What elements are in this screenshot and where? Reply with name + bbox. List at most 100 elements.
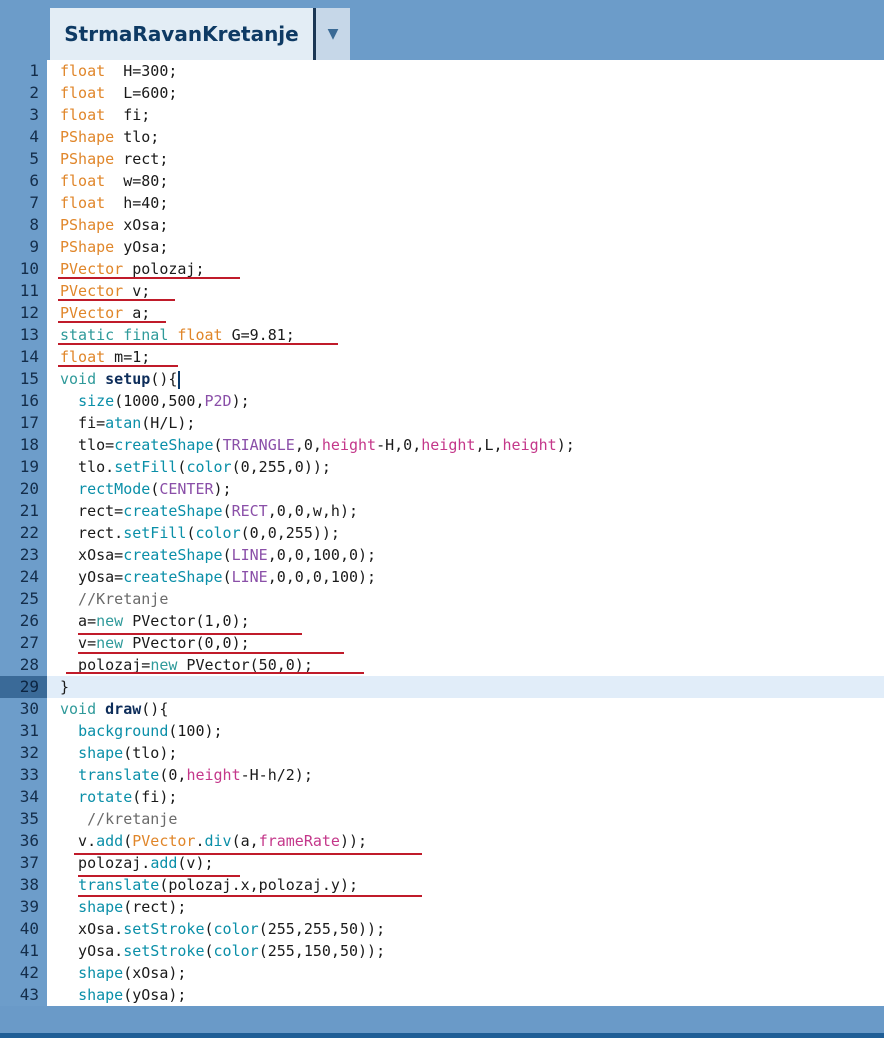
code-line[interactable]: 30 void draw(){ <box>0 698 884 720</box>
code-line[interactable]: 32 shape(tlo); <box>0 742 884 764</box>
code-line[interactable]: 1 float H=300; <box>0 60 884 82</box>
code-token: h=40; <box>105 194 169 212</box>
code-line[interactable]: 7 float h=40; <box>0 192 884 214</box>
code-line[interactable]: 40 xOsa.setStroke(color(255,255,50)); <box>0 918 884 940</box>
code-line[interactable]: 20 rectMode(CENTER); <box>0 478 884 500</box>
code-line[interactable]: 29} <box>0 676 884 698</box>
code-line[interactable]: 16 size(1000,500,P2D); <box>0 390 884 412</box>
code-token: size <box>78 392 115 410</box>
line-number: 30 <box>19 699 39 718</box>
tab-bar: StrmaRavanKretanje ▼ <box>0 0 884 60</box>
code-line[interactable]: 36 v.add(PVector.div(a,frameRate)); <box>0 830 884 852</box>
annotation-underline <box>78 895 422 897</box>
code-line[interactable]: 27 v=new PVector(0,0); <box>0 632 884 654</box>
code-token: new <box>96 612 124 630</box>
code-line[interactable]: 35 //kretanje <box>0 808 884 830</box>
code-token: (H/L); <box>141 414 196 432</box>
code-token: (tlo); <box>123 744 178 762</box>
code-token: a; <box>123 304 151 322</box>
code-token: -H,0, <box>376 436 422 454</box>
line-number: 4 <box>29 127 39 146</box>
code-token: yOsa. <box>60 942 124 960</box>
line-number: 7 <box>29 193 39 212</box>
line-number: 39 <box>19 897 39 916</box>
line-number: 42 <box>19 963 39 982</box>
line-number: 29 <box>0 676 47 698</box>
code-token: shape <box>78 964 124 982</box>
code-line[interactable]: 2 float L=600; <box>0 82 884 104</box>
code-token: a= <box>60 612 97 630</box>
code-token: PVector <box>60 282 124 300</box>
code-line[interactable]: 33 translate(0,height-H-h/2); <box>0 764 884 786</box>
code-token: shape <box>78 986 124 1004</box>
code-line[interactable]: 26 a=new PVector(1,0); <box>0 610 884 632</box>
line-number: 27 <box>19 633 39 652</box>
code-token: (100); <box>168 722 223 740</box>
line-number: 34 <box>19 787 39 806</box>
code-token: TRIANGLE <box>222 436 295 454</box>
code-editor[interactable]: 1 float H=300; 2 float L=600; 3 float fi; 4 PSh… <box>0 60 884 1006</box>
code-token: PShape <box>60 150 115 168</box>
line-number: 6 <box>29 171 39 190</box>
code-line[interactable]: 21 rect=createShape(RECT,0,0,w,h); <box>0 500 884 522</box>
code-token: (0, <box>159 766 187 784</box>
line-number: 14 <box>19 347 39 366</box>
code-line[interactable]: 17 fi=atan(H/L); <box>0 412 884 434</box>
code-line[interactable]: 4 PShape tlo; <box>0 126 884 148</box>
code-line[interactable]: 31 background(100); <box>0 720 884 742</box>
code-token: xOsa; <box>114 216 169 234</box>
code-token: ( <box>123 832 133 850</box>
code-line[interactable]: 39 shape(rect); <box>0 896 884 918</box>
code-text: xOsa=createShape(LINE,0,0,100,0); <box>60 544 376 566</box>
code-token: add <box>150 854 178 872</box>
code-token: add <box>96 832 124 850</box>
code-token: color <box>213 942 259 960</box>
code-token: tlo. <box>60 458 115 476</box>
code-line[interactable]: 23 xOsa=createShape(LINE,0,0,100,0); <box>0 544 884 566</box>
code-line[interactable]: 24 yOsa=createShape(LINE,0,0,0,100); <box>0 566 884 588</box>
code-text: float fi; <box>60 104 150 126</box>
code-line[interactable]: 34 rotate(fi); <box>0 786 884 808</box>
code-token: setup <box>105 370 151 388</box>
code-line[interactable]: 19 tlo.setFill(color(0,255,0)); <box>0 456 884 478</box>
code-token: ( <box>150 480 160 498</box>
annotation-underline <box>58 343 338 345</box>
line-number: 28 <box>19 655 39 674</box>
annotation-underline <box>58 299 175 301</box>
code-line[interactable]: 25 //Kretanje <box>0 588 884 610</box>
code-token: float <box>60 106 106 124</box>
code-line[interactable]: 43 shape(yOsa); <box>0 984 884 1006</box>
code-line[interactable]: 22 rect.setFill(color(0,0,255)); <box>0 522 884 544</box>
code-token: PVector(1,0); <box>123 612 250 630</box>
code-line[interactable]: 3 float fi; <box>0 104 884 126</box>
code-token: } <box>60 678 70 696</box>
code-line[interactable]: 38 translate(polozaj.x,polozaj.y); <box>0 874 884 896</box>
code-line[interactable]: 18 tlo=createShape(TRIANGLE,0,height-H,0… <box>0 434 884 456</box>
code-line[interactable]: 9 PShape yOsa; <box>0 236 884 258</box>
code-token: ( <box>204 942 214 960</box>
code-token: polozaj; <box>123 260 205 278</box>
code-token: color <box>186 458 232 476</box>
line-number: 11 <box>19 281 39 300</box>
code-line[interactable]: 42 shape(xOsa); <box>0 962 884 984</box>
code-line[interactable]: 37 polozaj.add(v); <box>0 852 884 874</box>
code-line[interactable]: 8 PShape xOsa; <box>0 214 884 236</box>
code-token: height <box>321 436 377 454</box>
code-token: yOsa; <box>114 238 169 256</box>
line-number: 25 <box>19 589 39 608</box>
tab-menu-arrow-icon[interactable]: ▼ <box>316 8 350 60</box>
code-line[interactable]: 15 void setup(){ <box>0 368 884 390</box>
line-number: 13 <box>19 325 39 344</box>
line-number: 26 <box>19 611 39 630</box>
code-text: xOsa.setStroke(color(255,255,50)); <box>60 918 385 940</box>
code-token: xOsa. <box>60 920 124 938</box>
tab-sketch[interactable]: StrmaRavanKretanje <box>50 8 315 60</box>
code-line[interactable]: 6 float w=80; <box>0 170 884 192</box>
code-line[interactable]: 5 PShape rect; <box>0 148 884 170</box>
code-token: (fi); <box>132 788 178 806</box>
line-number: 24 <box>19 567 39 586</box>
code-line[interactable]: 41 yOsa.setStroke(color(255,150,50)); <box>0 940 884 962</box>
code-text: tlo.setFill(color(0,255,0)); <box>60 456 331 478</box>
